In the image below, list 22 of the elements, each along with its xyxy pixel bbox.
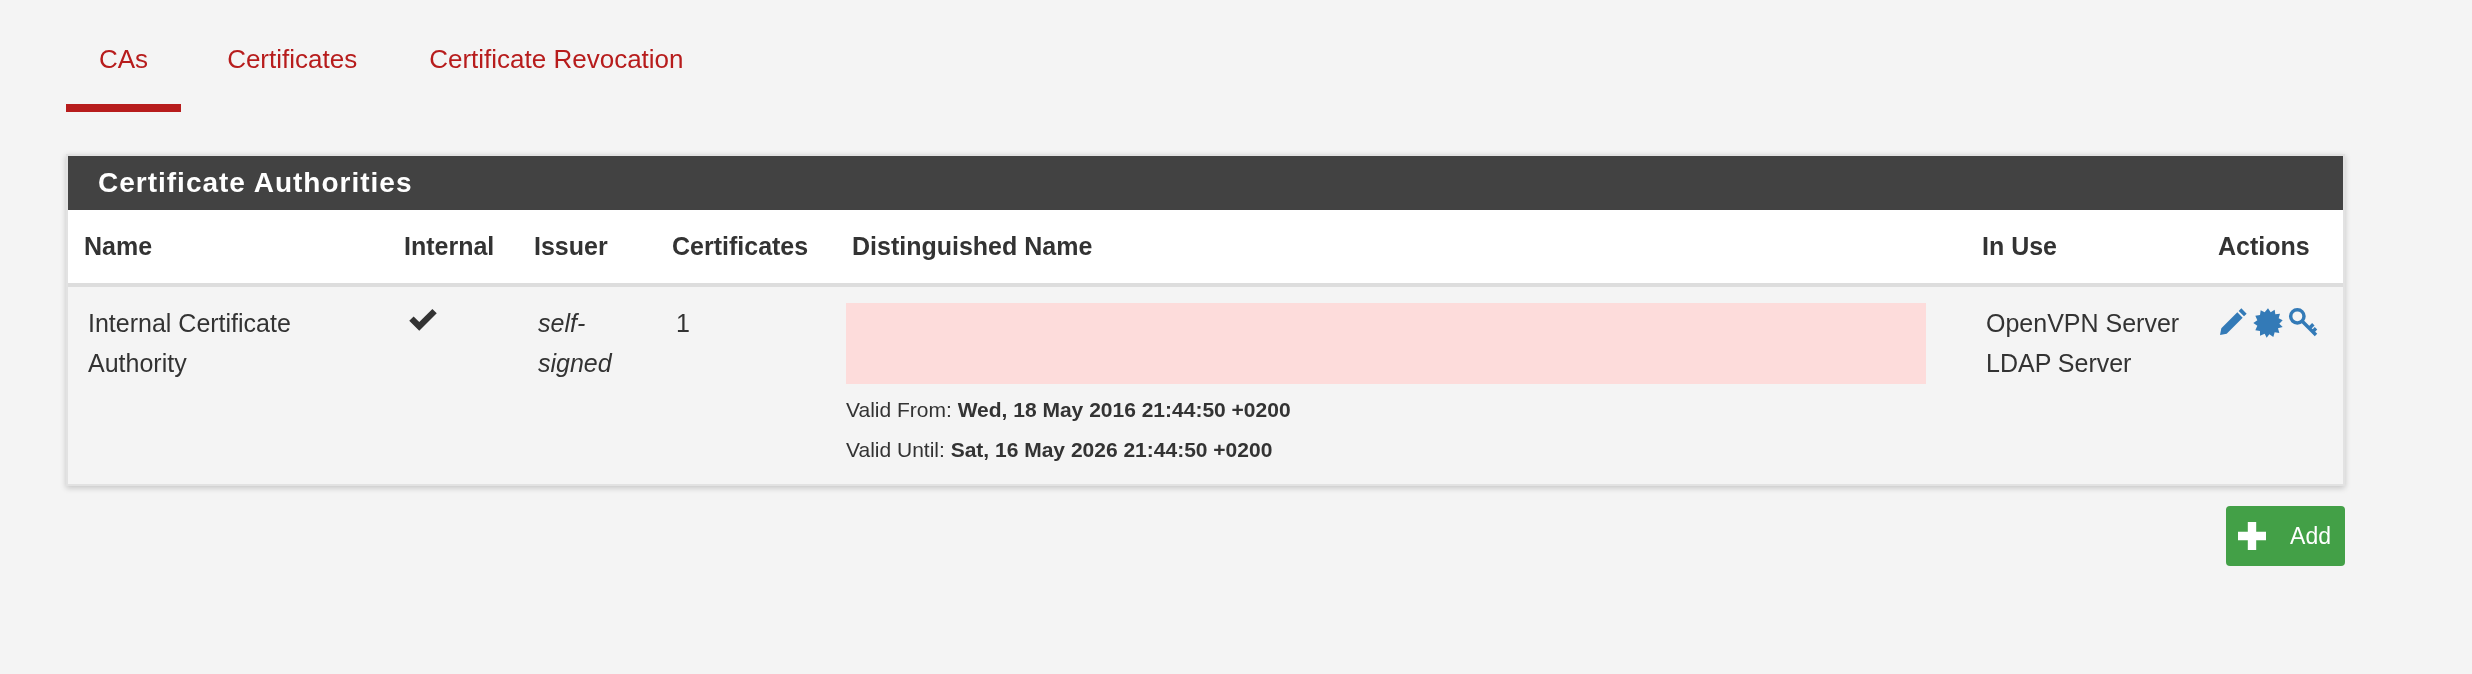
tab[interactable]: Certificate Revocation	[403, 44, 710, 112]
badge-icon[interactable]	[2252, 307, 2284, 339]
column-header: Issuer	[518, 210, 656, 287]
valid-until-text: Valid Until: Sat, 16 May 2026 21:44:50 +0200	[846, 437, 1274, 463]
column-header: Name	[68, 210, 388, 287]
column-header: Internal	[388, 210, 518, 287]
column-header: In Use	[1966, 210, 2202, 287]
key-icon[interactable]	[2288, 307, 2320, 339]
column-header: Distinguished Name	[836, 210, 1966, 287]
column-header: Certificates	[656, 210, 836, 287]
table-cell-text: LDAP Server	[1986, 348, 2133, 379]
tab[interactable]: Certificates	[201, 44, 384, 112]
table-cell-text: Internal Certificate Authority	[88, 308, 292, 379]
panel-title: Certificate Authorities	[68, 156, 2343, 210]
table-cell-text: self-signed	[538, 308, 614, 379]
valid-from-text: Valid From: Wed, 18 May 2016 21:44:50 +0200	[846, 397, 1292, 423]
tab[interactable]: CAs	[66, 44, 182, 112]
table-cell-text: OpenVPN Server	[1986, 308, 2181, 339]
table-cell-text: 1	[676, 308, 691, 339]
column-header: Actions	[2202, 210, 2343, 287]
add-button[interactable]: Add	[2226, 506, 2345, 566]
plus-icon	[2238, 522, 2267, 550]
